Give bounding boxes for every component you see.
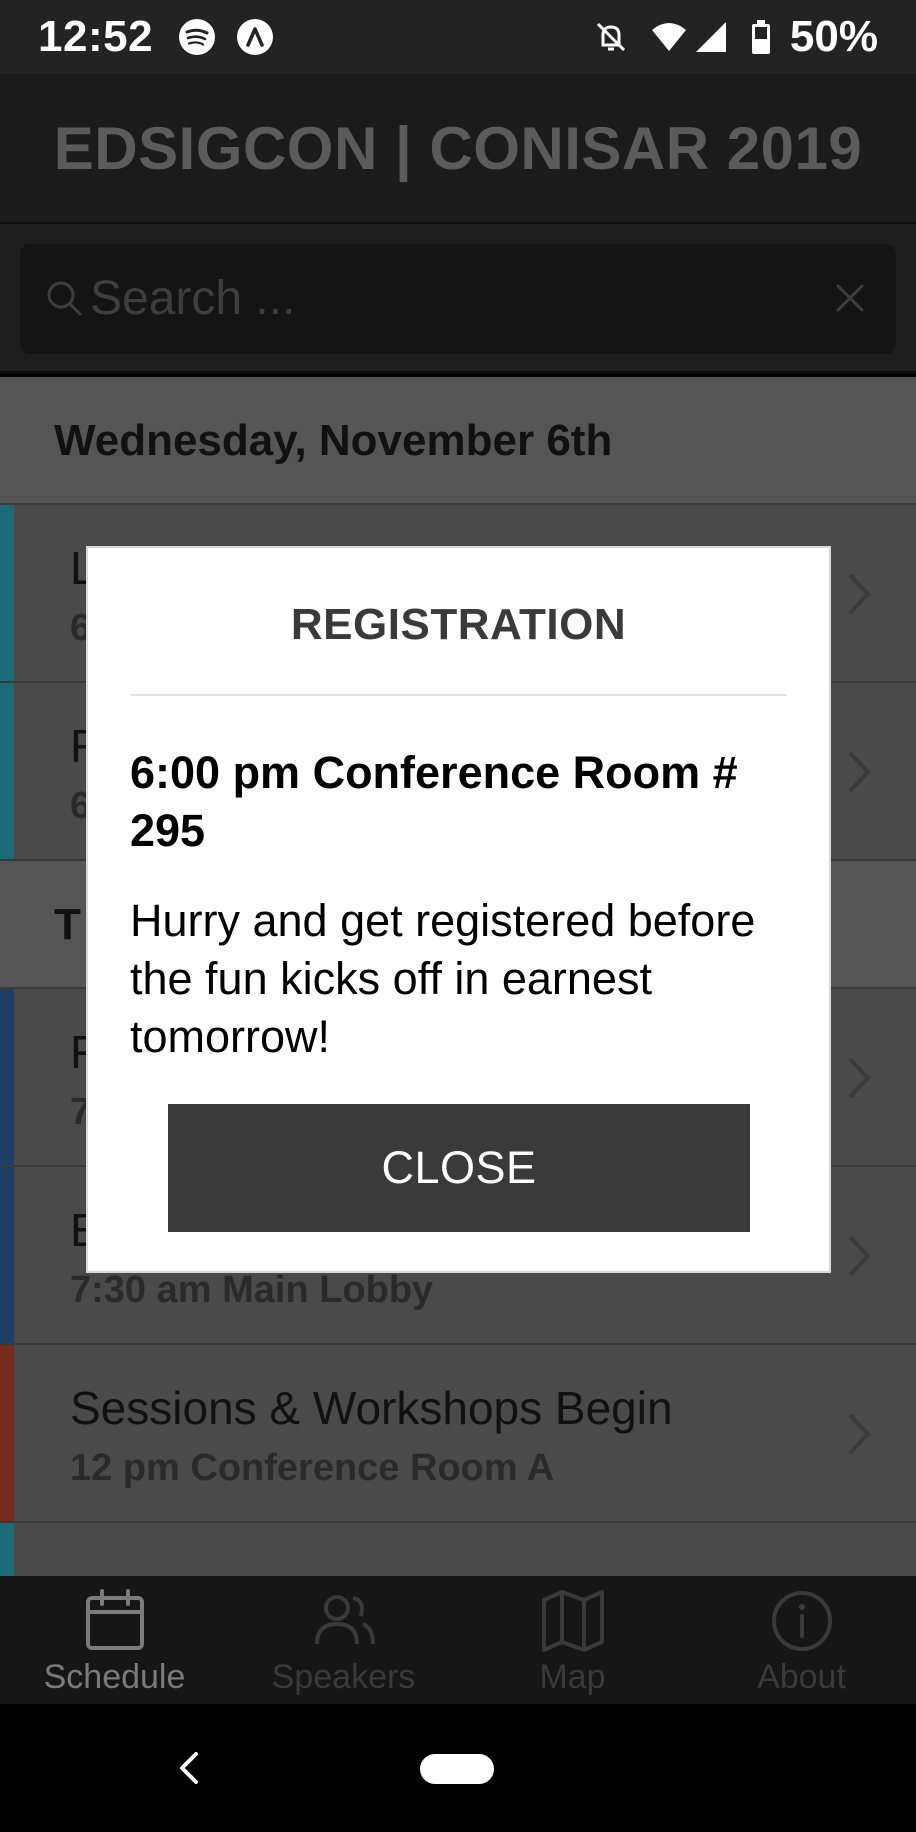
- dialog-title: REGISTRATION: [290, 600, 627, 649]
- home-button[interactable]: [420, 1754, 494, 1784]
- dialog-message: Hurry and get registered before the fun …: [130, 895, 756, 1062]
- system-nav-bar: [0, 1704, 916, 1832]
- close-button[interactable]: CLOSE: [168, 1104, 750, 1232]
- back-icon[interactable]: [170, 1742, 206, 1794]
- registration-dialog: REGISTRATION 6:00 pm Conference Room # 2…: [86, 546, 831, 1273]
- divider: [130, 694, 787, 696]
- dialog-subtitle: 6:00 pm Conference Room # 295: [130, 747, 738, 856]
